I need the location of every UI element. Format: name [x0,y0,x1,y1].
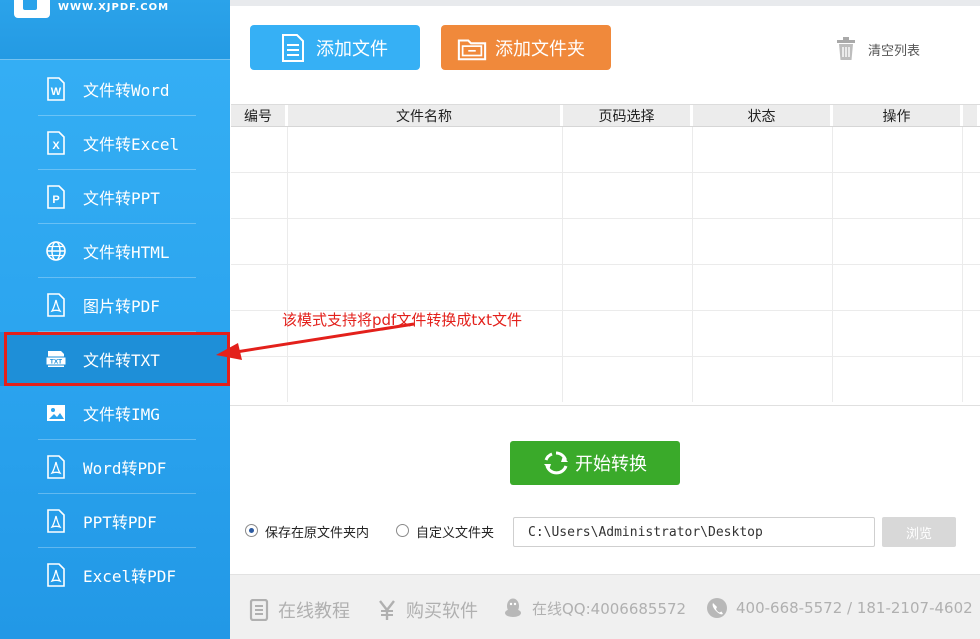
sidebar-item-label: Word转PDF [83,459,167,478]
save-location-row: 保存在原文件夹内 自定义文件夹 浏览 [244,517,964,547]
add-file-button[interactable]: 添加文件 [250,25,420,70]
svg-text:X: X [52,140,60,152]
radio-save-custom[interactable] [396,524,409,537]
sidebar-item-label: 文件转Word [83,81,170,100]
svg-text:W: W [51,86,62,98]
sidebar-item-label: 文件转HTML [83,243,170,262]
ppt-doc-icon: P [44,185,68,209]
buy-software-link[interactable]: 购买软件 [376,597,478,623]
pdf-doc-icon [44,293,68,317]
sidebar-item-excel-to-pdf[interactable]: Excel转PDF [0,548,230,602]
yen-icon [376,599,398,621]
radio-save-custom-label: 自定义文件夹 [416,526,495,541]
sidebar-item-label: 图片转PDF [83,297,160,316]
phone-label: 400-668-5572 / 181-2107-4602 [736,599,973,617]
online-qq-label: 在线QQ:4006685572 [532,599,687,618]
browse-button[interactable]: 浏览 [882,517,956,547]
image-icon [44,401,68,425]
sidebar-item-label: 文件转IMG [83,405,160,424]
start-convert-button[interactable]: 开始转换 [510,441,680,485]
column-header-status[interactable]: 状态 [693,105,833,126]
folder-icon [457,33,487,63]
buy-software-label: 购买软件 [406,601,478,622]
pdf-doc-icon [44,455,68,479]
sidebar-item-to-excel[interactable]: X 文件转Excel [0,116,230,170]
online-qq-link[interactable]: 在线QQ:4006685572 [502,597,686,619]
divider [230,405,980,406]
sidebar-item-label: Excel转PDF [83,567,177,586]
online-tutorial-link[interactable]: 在线教程 [248,597,350,623]
phone-icon [706,597,728,619]
svg-text:P: P [52,194,59,206]
qq-penguin-icon [502,597,524,619]
sidebar-item-to-word[interactable]: W 文件转Word [0,62,230,116]
sidebar-item-word-to-pdf[interactable]: Word转PDF [0,440,230,494]
trash-icon [836,37,856,61]
logo-area: WWW.XJPDF.COM [0,0,230,60]
app-logo-icon [14,0,50,18]
column-header-operation[interactable]: 操作 [833,105,963,126]
output-path-input[interactable] [513,517,875,547]
column-header-page-select[interactable]: 页码选择 [563,105,693,126]
pdf-doc-icon [44,509,68,533]
table-header: 编号 文件名称 页码选择 状态 操作 [231,104,980,127]
sidebar-item-label: 文件转PPT [83,189,160,208]
sidebar-item-to-txt[interactable]: TXT 文件转TXT [0,332,230,386]
sidebar-item-image-to-pdf[interactable]: 图片转PDF [0,278,230,332]
svg-text:TXT: TXT [50,359,62,366]
online-tutorial-label: 在线教程 [278,601,350,622]
annotation-text: 该模式支持将pdf文件转换成txt文件 [282,311,522,329]
sidebar-item-ppt-to-pdf[interactable]: PPT转PDF [0,494,230,548]
table-row [231,127,980,173]
sidebar-item-label: 文件转TXT [83,351,160,370]
start-convert-label: 开始转换 [575,454,647,475]
table-row [231,265,980,311]
phone-contact: 400-668-5572 / 181-2107-4602 [706,597,973,619]
logo-url: WWW.XJPDF.COM [58,2,170,13]
radio-save-original-label: 保存在原文件夹内 [265,526,370,541]
sidebar-menu: W 文件转Word X 文件转Excel P 文件转PPT 文件转HTML 图片… [0,62,230,602]
clear-list-button[interactable]: 清空列表 [836,37,920,61]
column-header-number[interactable]: 编号 [231,105,288,126]
add-folder-label: 添加文件夹 [495,38,585,60]
globe-icon [44,239,68,263]
clear-list-label: 清空列表 [868,43,921,59]
add-folder-button[interactable]: 添加文件夹 [441,25,611,70]
excel-doc-icon: X [44,131,68,155]
add-file-label: 添加文件 [316,38,388,60]
book-icon [248,599,270,621]
top-strip [230,0,980,6]
table-row [231,173,980,219]
document-icon [278,33,308,63]
footer: 在线教程 购买软件 在线QQ:4006685572 400-668-5572 /… [230,574,980,639]
sidebar: WWW.XJPDF.COM W 文件转Word X 文件转Excel P 文件转… [0,0,230,639]
pdf-doc-icon [44,563,68,587]
table-row [231,219,980,265]
radio-save-original[interactable] [245,524,258,537]
word-doc-icon: W [44,77,68,101]
sidebar-item-to-html[interactable]: 文件转HTML [0,224,230,278]
txt-doc-icon: TXT [44,347,68,371]
column-header-filler [963,105,980,126]
refresh-icon [543,450,569,476]
sidebar-item-label: 文件转Excel [83,135,180,154]
sidebar-item-label: PPT转PDF [83,513,157,532]
sidebar-item-to-ppt[interactable]: P 文件转PPT [0,170,230,224]
column-header-filename[interactable]: 文件名称 [288,105,563,126]
sidebar-item-to-img[interactable]: 文件转IMG [0,386,230,440]
